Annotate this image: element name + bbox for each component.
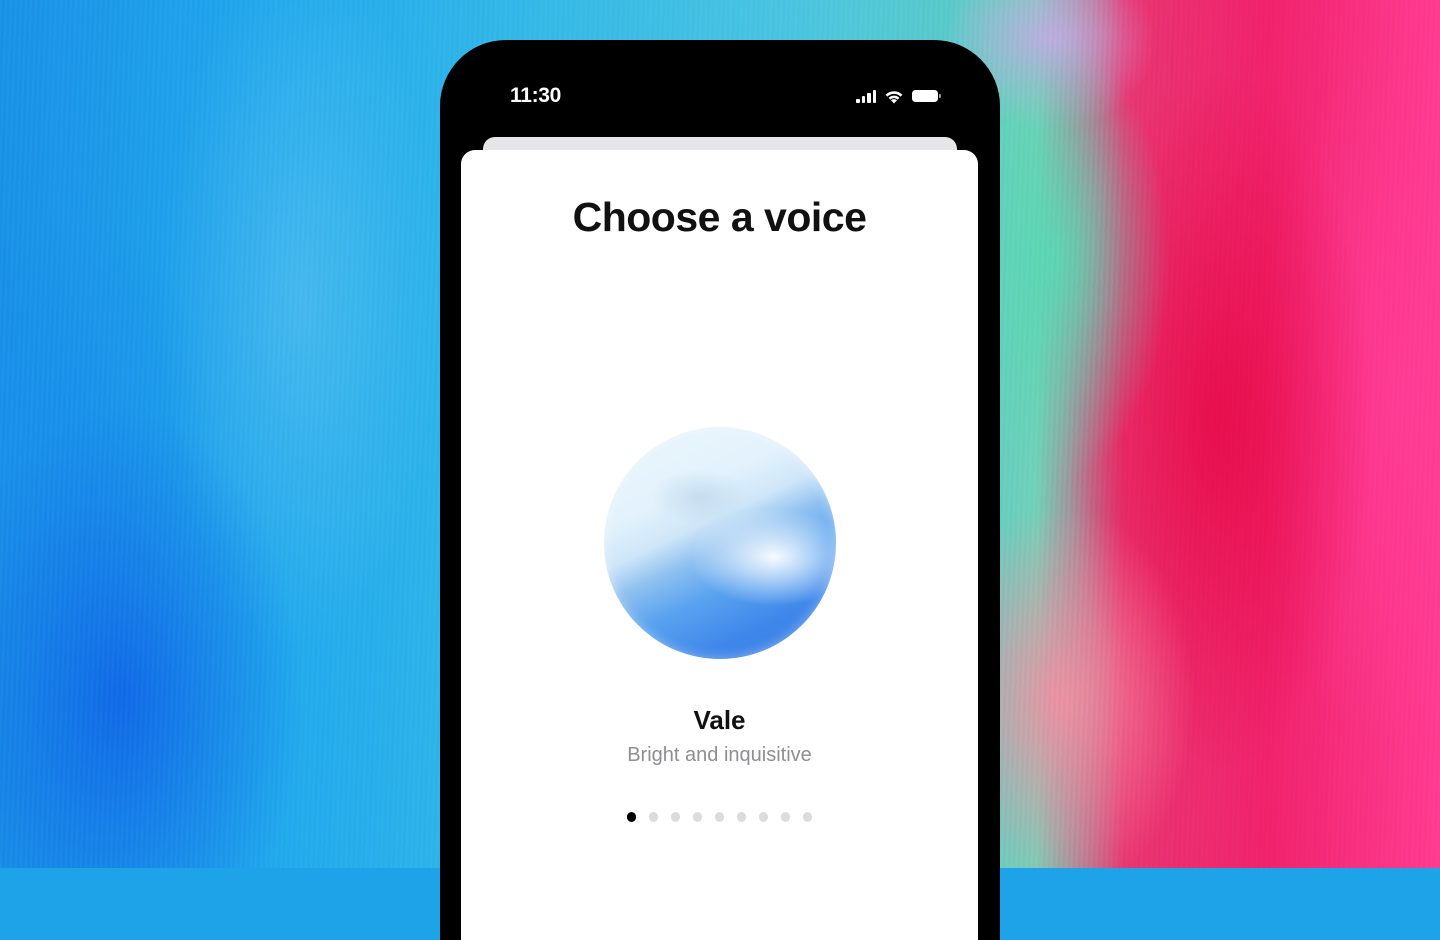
battery-icon [912, 90, 941, 102]
voice-picker-sheet: Choose a voice Vale Bright and inquisiti… [461, 150, 978, 940]
phone-frame: 11:30 Choose a voice Vale Bright and inq… [440, 40, 1000, 940]
page-dot[interactable] [670, 812, 681, 822]
voice-description: Bright and inquisitive [627, 744, 812, 766]
page-title: Choose a voice [572, 194, 867, 240]
page-dot[interactable] [714, 812, 725, 822]
voice-orb[interactable] [604, 427, 836, 659]
status-bar: 11:30 [440, 84, 1000, 110]
status-icons [856, 88, 941, 104]
page-dot-active[interactable] [626, 812, 637, 822]
page-dot[interactable] [692, 812, 703, 822]
page-indicator[interactable] [461, 812, 978, 822]
page-dot[interactable] [802, 812, 813, 822]
wifi-icon [885, 91, 903, 104]
page-dot[interactable] [648, 812, 659, 822]
page-dot[interactable] [780, 812, 791, 822]
voice-name: Vale [693, 705, 746, 735]
cellular-signal-icon [856, 89, 876, 103]
page-dot[interactable] [736, 812, 747, 822]
page-dot[interactable] [758, 812, 769, 822]
status-time: 11:30 [510, 84, 562, 107]
